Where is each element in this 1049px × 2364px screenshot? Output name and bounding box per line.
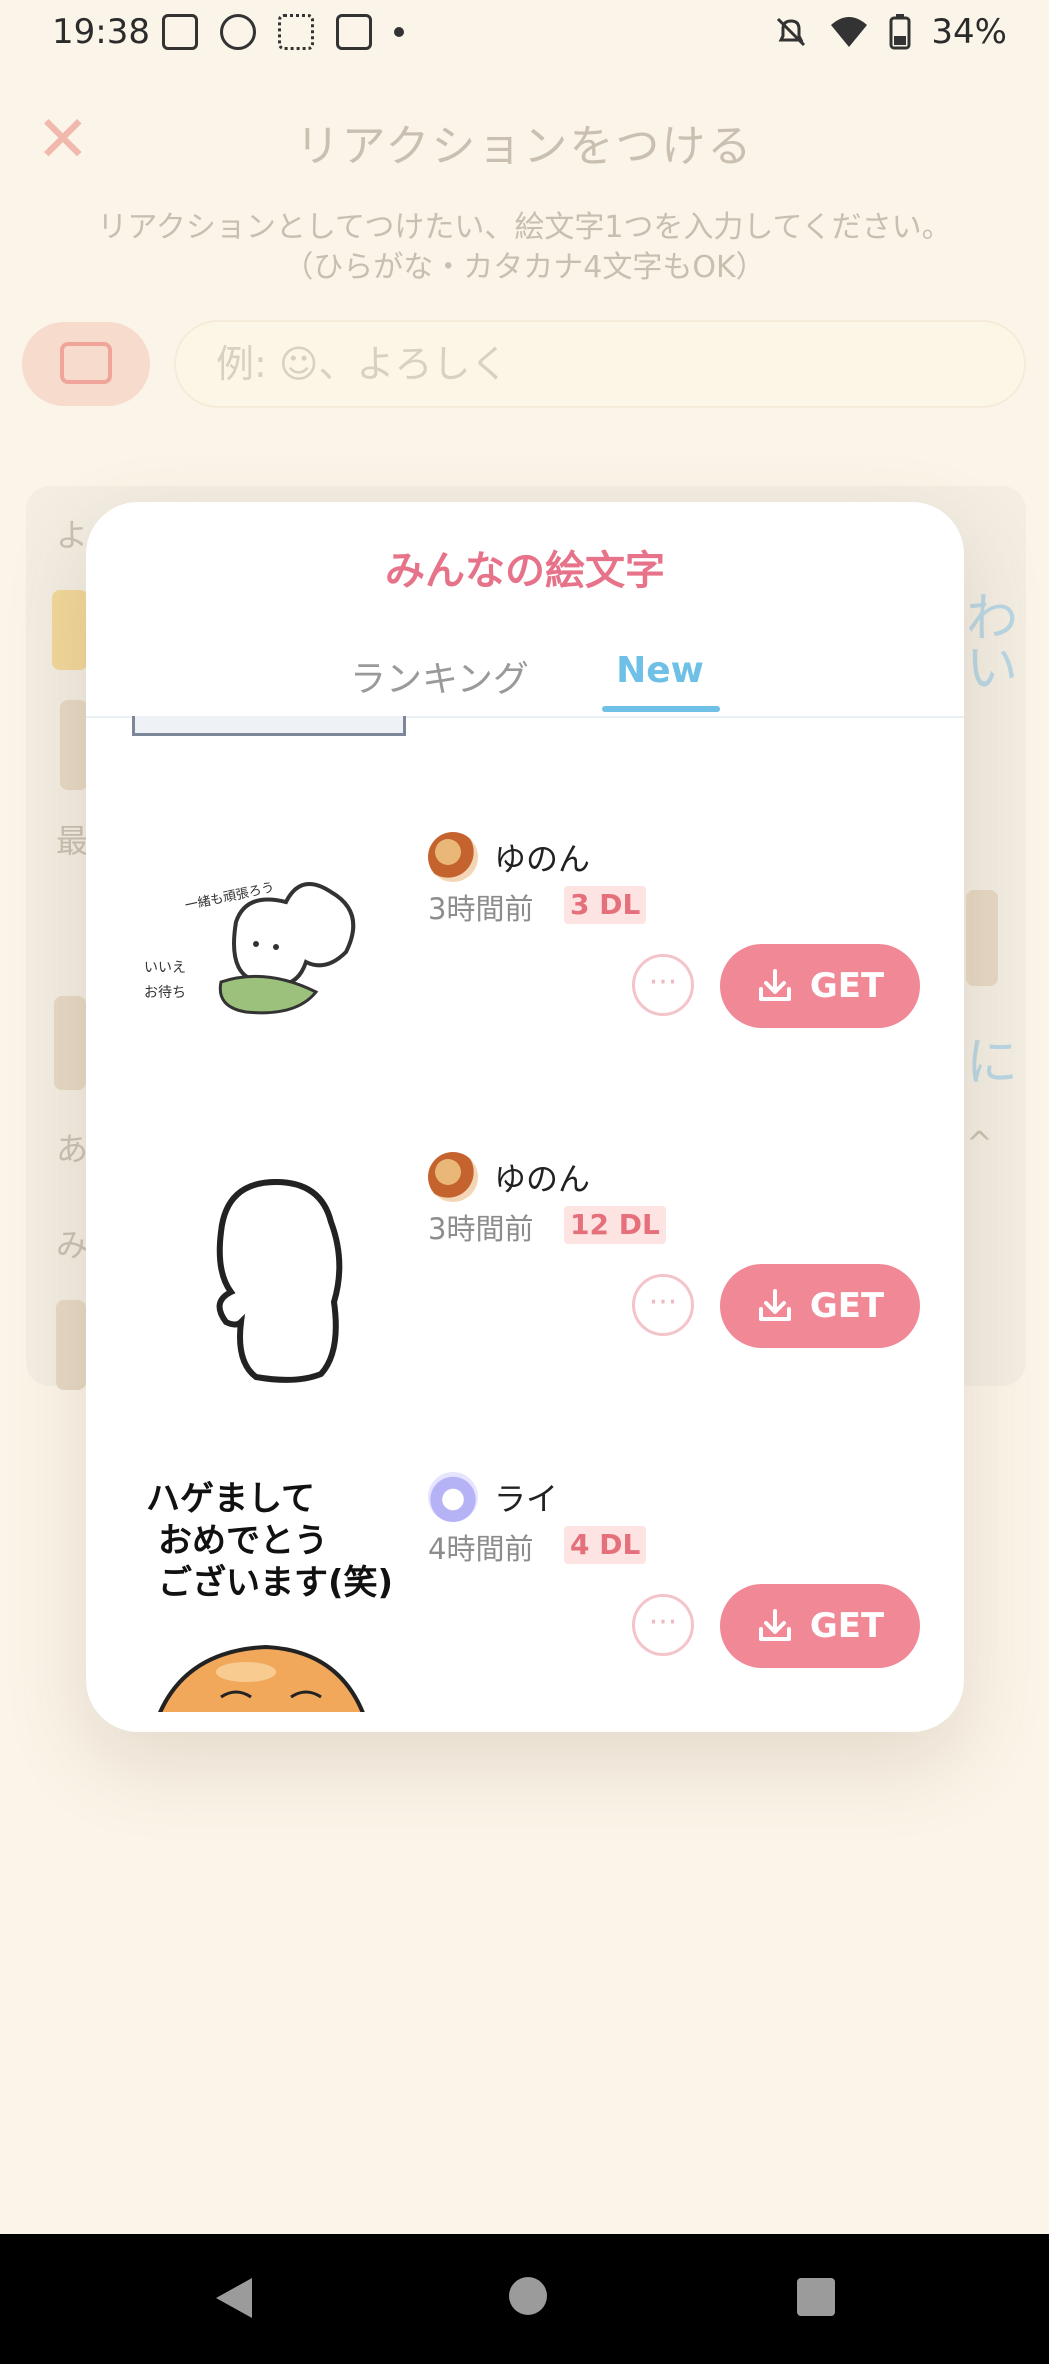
list-item: ゆのん 3時間前 12 DL ··· GET bbox=[86, 1152, 964, 1472]
grid-icon bbox=[278, 14, 314, 50]
sticker-image bbox=[132, 716, 406, 736]
bg-text-fragment: い bbox=[966, 639, 1019, 699]
bg-thumbnail bbox=[60, 700, 88, 790]
get-button-label: GET bbox=[809, 1606, 885, 1646]
recent-apps-icon[interactable] bbox=[797, 2278, 835, 2316]
avatar[interactable] bbox=[428, 832, 478, 882]
get-button[interactable]: GET bbox=[720, 1264, 920, 1348]
emoji-modal: みんなの絵文字 ランキング New 一緒も頑張ろう いいえ お待ち ゆのん 3時… bbox=[86, 502, 964, 1732]
notification-dot-icon bbox=[394, 27, 404, 37]
sticker-image: ハゲまして おめでとう ございます(笑) bbox=[146, 1479, 393, 1712]
tab-active-indicator bbox=[602, 706, 720, 712]
system-nav-bar bbox=[0, 2234, 1049, 2364]
home-icon[interactable] bbox=[509, 2277, 547, 2315]
tab-bar: ランキング New bbox=[86, 642, 964, 718]
timestamp: 3時間前 bbox=[428, 892, 534, 926]
battery-percent: 34% bbox=[931, 12, 1007, 52]
avatar[interactable] bbox=[428, 1472, 478, 1522]
bg-thumbnail bbox=[56, 1300, 86, 1390]
user-name[interactable]: ゆのん bbox=[494, 1154, 590, 1200]
list-item: 一緒も頑張ろう いいえ お待ち ゆのん 3時間前 3 DL ··· GET bbox=[86, 832, 964, 1152]
user-name[interactable]: ライ bbox=[494, 1474, 558, 1520]
more-options-button[interactable]: ··· bbox=[632, 1594, 694, 1656]
timestamp: 3時間前 bbox=[428, 1212, 534, 1246]
bg-text-fragment: よ bbox=[56, 516, 89, 554]
description-line-2: （ひらがな・カタカナ4文字もOK） bbox=[283, 250, 766, 285]
sticker-text: おめでとう bbox=[158, 1521, 328, 1561]
sticker-text: ハゲまして bbox=[146, 1479, 315, 1519]
page-description: リアクションとしてつけたい、絵文字1つを入力してください。 （ひらがな・カタカナ… bbox=[40, 208, 1009, 288]
chevron-up-icon[interactable]: ^ bbox=[966, 1124, 993, 1162]
list-item: ハゲまして おめでとう ございます(笑) ライ 4時間前 4 DL ··· GE… bbox=[86, 1472, 964, 1712]
modal-title: みんなの絵文字 bbox=[385, 548, 665, 594]
download-count-badge: 12 DL bbox=[564, 1206, 666, 1244]
status-bar: 19:38 34% bbox=[0, 0, 1049, 66]
bg-text-fragment: 最 bbox=[56, 822, 89, 860]
news-icon bbox=[336, 14, 372, 50]
bg-text-fragment: み bbox=[56, 1226, 89, 1264]
download-icon bbox=[758, 1289, 791, 1321]
bell-off-icon bbox=[777, 17, 806, 47]
download-icon bbox=[758, 1609, 791, 1641]
emoji-input[interactable]: 例: ☺、よろしく bbox=[174, 320, 1026, 408]
bg-text-fragment: あ bbox=[56, 1130, 89, 1168]
status-icons-right: 34% bbox=[773, 12, 1007, 52]
get-button[interactable]: GET bbox=[720, 1584, 920, 1668]
bg-thumbnail bbox=[966, 890, 998, 986]
status-time: 19:38 bbox=[52, 12, 150, 52]
emoji-list: 一緒も頑張ろう いいえ お待ち ゆのん 3時間前 3 DL ··· GET ゆの… bbox=[86, 716, 964, 1712]
download-count-badge: 3 DL bbox=[564, 886, 647, 924]
sticker-text: ございます(笑) bbox=[158, 1563, 393, 1603]
sticker-image bbox=[216, 1178, 343, 1383]
wifi-icon bbox=[831, 17, 868, 47]
get-button[interactable]: GET bbox=[720, 944, 920, 1028]
bg-text-fragment: に bbox=[966, 1033, 1019, 1093]
sticker-image: 一緒も頑張ろう いいえ お待ち bbox=[144, 880, 356, 1015]
description-line-1: リアクションとしてつけたい、絵文字1つを入力してください。 bbox=[97, 210, 952, 245]
more-options-button[interactable]: ··· bbox=[632, 954, 694, 1016]
get-button-label: GET bbox=[809, 966, 885, 1006]
user-name[interactable]: ゆのん bbox=[494, 834, 590, 880]
download-count-badge: 4 DL bbox=[564, 1526, 647, 1564]
bg-thumbnail bbox=[52, 590, 88, 670]
image-icon bbox=[60, 342, 112, 384]
d-icon bbox=[162, 14, 198, 50]
back-icon[interactable] bbox=[216, 2278, 252, 2318]
more-options-button[interactable]: ··· bbox=[632, 1274, 694, 1336]
sticker-text: いいえ bbox=[144, 960, 186, 976]
download-icon bbox=[758, 969, 791, 1001]
avatar[interactable] bbox=[428, 1152, 478, 1202]
bg-thumbnail bbox=[54, 996, 86, 1090]
sticker-text: お待ち bbox=[144, 985, 186, 1001]
page-title: リアクションをつける bbox=[295, 121, 754, 172]
status-icons-left bbox=[162, 14, 404, 50]
timestamp: 4時間前 bbox=[428, 1532, 534, 1566]
info-icon bbox=[220, 14, 256, 50]
tab-new[interactable]: New bbox=[601, 650, 719, 691]
get-button-label: GET bbox=[809, 1286, 885, 1326]
image-picker-button[interactable] bbox=[22, 322, 150, 406]
battery-icon bbox=[889, 14, 911, 50]
tab-ranking[interactable]: ランキング bbox=[350, 650, 529, 702]
